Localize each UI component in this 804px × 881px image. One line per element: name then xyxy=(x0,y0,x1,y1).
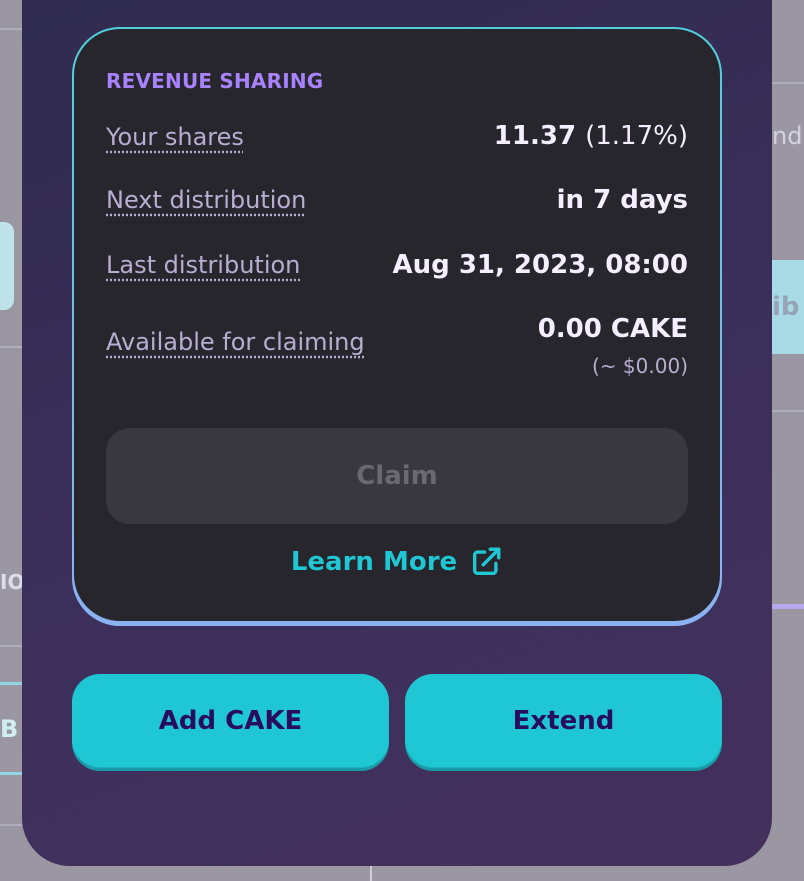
available-claiming-label[interactable]: Available for claiming xyxy=(106,328,365,356)
available-claiming-value: 0.00 CAKE xyxy=(537,314,688,344)
bg-divider xyxy=(770,410,804,412)
last-distribution-value: Aug 31, 2023, 08:00 xyxy=(392,250,688,280)
bg-divider xyxy=(0,645,22,647)
bg-accent-bar xyxy=(770,604,804,609)
bg-text: ndr xyxy=(772,122,804,150)
bg-divider xyxy=(770,82,804,84)
revenue-sharing-card-body: REVENUE SHARING Your shares 11.37 (1.17%… xyxy=(74,29,720,621)
bg-accent-line xyxy=(0,772,22,775)
your-shares-label[interactable]: Your shares xyxy=(106,123,244,151)
last-distribution-label[interactable]: Last distribution xyxy=(106,251,300,279)
bg-tab xyxy=(0,222,14,310)
bg-divider xyxy=(0,346,22,348)
external-link-icon xyxy=(473,547,501,576)
learn-more-label: Learn More xyxy=(290,547,458,577)
extend-button[interactable]: Extend xyxy=(405,674,722,768)
your-shares-value: 11.37 (1.17%) xyxy=(494,121,688,151)
shares-percent: (1.17%) xyxy=(585,121,688,151)
next-distribution-label[interactable]: Next distribution xyxy=(106,186,306,214)
revenue-sharing-card: REVENUE SHARING Your shares 11.37 (1.17%… xyxy=(72,27,722,626)
bg-text: B xyxy=(0,715,19,743)
bg-divider xyxy=(0,28,22,30)
bg-divider xyxy=(370,866,372,881)
section-title: REVENUE SHARING xyxy=(106,69,324,93)
shares-amount: 11.37 xyxy=(493,121,577,151)
add-cake-button[interactable]: Add CAKE xyxy=(72,674,389,768)
bg-text: IO xyxy=(0,570,22,594)
bg-divider xyxy=(0,824,22,826)
learn-more-link[interactable]: Learn More xyxy=(74,545,720,579)
next-distribution-value: in 7 days xyxy=(556,185,688,215)
bg-accent-line xyxy=(0,682,22,685)
available-claiming-usd: (~ $0.00) xyxy=(592,354,688,378)
claim-button[interactable]: Claim xyxy=(106,428,688,524)
bg-text: ib xyxy=(772,292,800,322)
